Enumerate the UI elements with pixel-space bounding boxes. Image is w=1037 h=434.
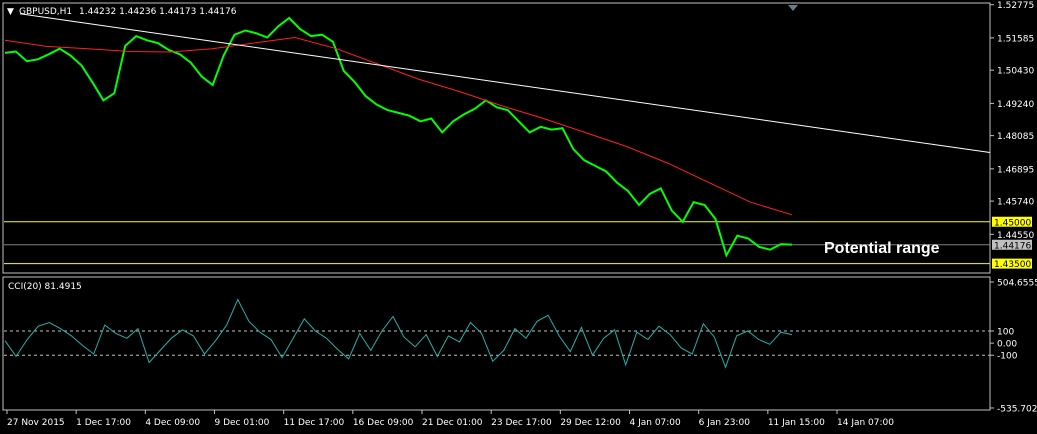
- x-tick-label: 21 Dec 01:00: [422, 418, 483, 428]
- y-tick-label: 1.45740: [997, 198, 1034, 208]
- y-tick-label: 1.46895: [997, 165, 1034, 175]
- y-tick-label: 1.52775: [997, 1, 1034, 11]
- x-tick-label: 11 Dec 17:00: [284, 418, 345, 428]
- x-tick-label: 4 Dec 09:00: [145, 418, 200, 428]
- chart-menu-icon[interactable]: ▼: [7, 7, 14, 17]
- chart-canvas: ▼ GBPUSD,H1 1.44232 1.44236 1.44173 1.44…: [0, 0, 1037, 434]
- cci-y-tick-label: 504.6555: [997, 279, 1037, 289]
- y-tick-label: 1.50430: [997, 67, 1034, 77]
- symbol-title: GBPUSD,H1: [19, 7, 72, 17]
- x-tick-label: 14 Jan 07:00: [837, 418, 894, 428]
- y-tick-label: 1.51585: [997, 34, 1034, 44]
- x-tick-label: 4 Jan 07:00: [630, 418, 682, 428]
- x-tick-label: 9 Dec 01:00: [215, 418, 270, 428]
- y-tick-label: 1.44550: [997, 231, 1034, 241]
- x-tick-label: 6 Jan 23:00: [699, 418, 751, 428]
- y-tick-label: 1.48085: [997, 132, 1034, 142]
- potential-range-annotation: Potential range: [824, 240, 940, 257]
- price-label: 1.45000: [994, 218, 1031, 228]
- cci-y-tick-label: 0.00: [997, 340, 1017, 350]
- price-label: 1.43500: [994, 260, 1031, 270]
- ohlc-readout: 1.44232 1.44236 1.44173 1.44176: [79, 7, 237, 17]
- cci-y-tick-label: -535.7025: [997, 405, 1037, 415]
- x-tick-label: 29 Dec 12:00: [560, 418, 621, 428]
- x-tick-label: 16 Dec 09:00: [353, 418, 414, 428]
- x-tick-label: 11 Jan 15:00: [768, 418, 825, 428]
- y-tick-label: 1.49240: [997, 100, 1034, 110]
- cci-y-tick-label: -100: [997, 352, 1018, 362]
- chart-background: [0, 0, 1037, 434]
- price-label: 1.44176: [994, 241, 1031, 251]
- x-tick-label: 23 Dec 17:00: [491, 418, 552, 428]
- cci-title: CCI(20) 81.4915: [8, 282, 82, 292]
- cci-y-tick-label: 100: [997, 328, 1014, 338]
- x-tick-label: 27 Nov 2015: [7, 418, 65, 428]
- x-tick-label: 1 Dec 17:00: [76, 418, 131, 428]
